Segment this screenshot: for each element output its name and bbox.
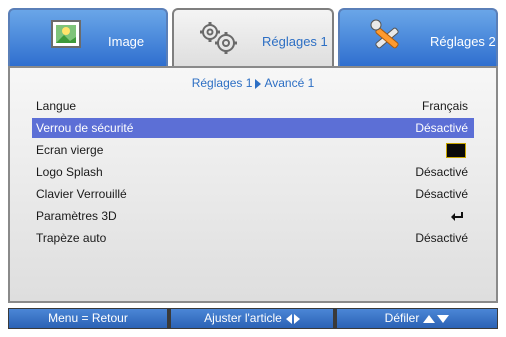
- menu-back-label: Menu = Retour: [48, 311, 128, 325]
- black-color-swatch: [446, 143, 466, 158]
- tab-reglages-1-label: Réglages 1: [262, 34, 328, 49]
- tab-reglages-1[interactable]: Réglages 1: [172, 8, 334, 72]
- row-value: Désactivé: [415, 187, 468, 201]
- enter-icon: [450, 210, 464, 221]
- gears-icon: [196, 19, 240, 60]
- row-value: Désactivé: [415, 165, 468, 179]
- row-langue[interactable]: Langue Français: [32, 96, 474, 116]
- row-trapeze-auto[interactable]: Trapèze auto Désactivé: [32, 228, 474, 248]
- row-logo-splash[interactable]: Logo Splash Désactivé: [32, 162, 474, 182]
- breadcrumb-part-1: Réglages 1: [191, 76, 253, 90]
- row-label: Langue: [36, 99, 77, 113]
- row-ecran-vierge[interactable]: Ecran vierge: [32, 140, 474, 160]
- row-verrou-de-securite[interactable]: Verrou de sécurité Désactivé: [32, 118, 474, 138]
- row-label: Trapèze auto: [36, 231, 107, 245]
- row-value: Désactivé: [415, 231, 468, 245]
- row-label: Verrou de sécurité: [36, 121, 134, 135]
- breadcrumb-arrow-icon: [255, 78, 262, 89]
- row-label: Paramètres 3D: [36, 209, 117, 223]
- tools-icon: [368, 19, 408, 60]
- image-icon: [50, 19, 82, 54]
- scroll-label: Défiler: [384, 311, 420, 325]
- tab-reglages-2[interactable]: Réglages 2: [338, 8, 498, 66]
- projector-osd-menu: Image Réglages 1 Réglages 2 Réglages 1 A…: [0, 0, 506, 337]
- row-label: Clavier Verrouillé: [36, 187, 127, 201]
- up-arrow-icon: [423, 314, 436, 323]
- row-label: Logo Splash: [36, 165, 103, 179]
- down-arrow-icon: [437, 314, 450, 323]
- breadcrumb: Réglages 1 Avancé 1: [0, 76, 506, 90]
- row-label: Ecran vierge: [36, 143, 104, 157]
- footer-bar: Menu = Retour Ajuster l'article Défiler: [8, 308, 498, 329]
- breadcrumb-part-2: Avancé 1: [264, 76, 315, 90]
- menu-back-hint: Menu = Retour: [9, 309, 167, 328]
- left-arrow-icon: [285, 313, 292, 324]
- row-clavier-verrouille[interactable]: Clavier Verrouillé Désactivé: [32, 184, 474, 204]
- tab-reglages-2-label: Réglages 2: [430, 34, 496, 49]
- adjust-hint: Ajuster l'article: [171, 309, 333, 328]
- tab-image[interactable]: Image: [8, 8, 168, 66]
- row-value: Désactivé: [415, 121, 468, 135]
- adjust-label: Ajuster l'article: [204, 311, 282, 325]
- right-arrow-icon: [293, 313, 300, 324]
- row-parametres-3d[interactable]: Paramètres 3D: [32, 206, 474, 226]
- scroll-hint: Défiler: [337, 309, 497, 328]
- row-value: Français: [421, 99, 468, 113]
- tab-image-label: Image: [108, 34, 145, 49]
